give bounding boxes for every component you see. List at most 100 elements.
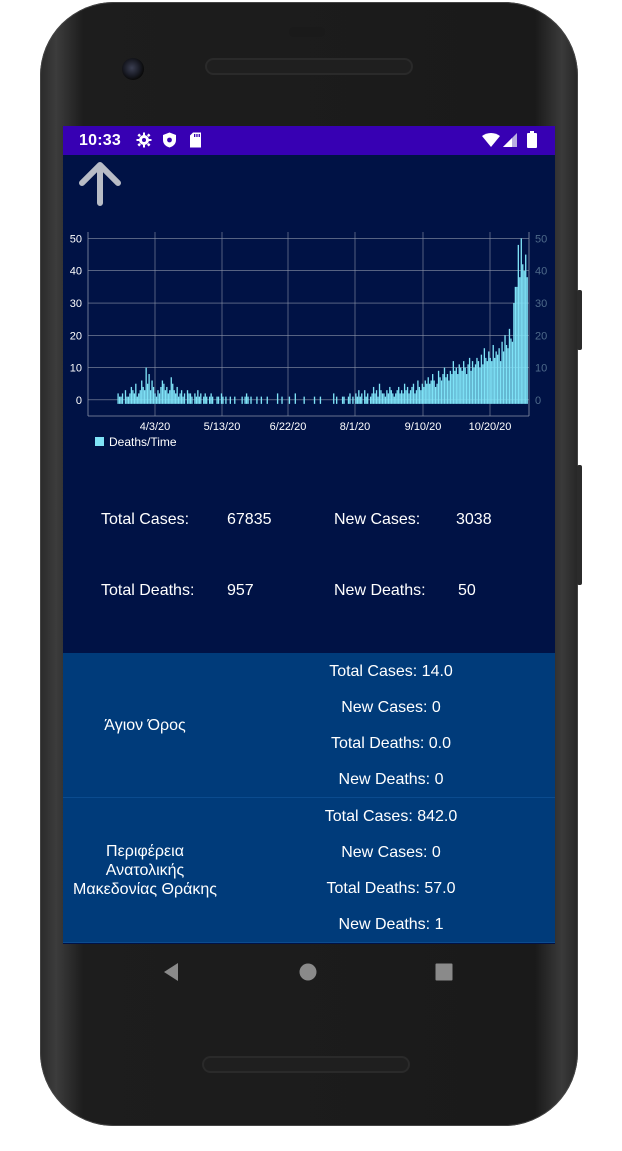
bar: [517, 244, 519, 404]
bar: [477, 361, 480, 404]
bar: [483, 348, 486, 404]
bar: [358, 390, 360, 404]
y-tick-label-right: 30: [535, 298, 547, 310]
bar: [473, 367, 475, 404]
bar: [152, 386, 155, 404]
volume-button: [577, 465, 582, 585]
bar: [470, 370, 472, 404]
bar: [234, 396, 236, 404]
bar: [151, 380, 153, 404]
bar: [448, 380, 450, 404]
bar: [406, 386, 409, 404]
y-tick-label: 20: [70, 330, 82, 342]
bar: [486, 361, 488, 404]
bar: [479, 367, 481, 404]
x-tick-label: 4/3/20: [140, 421, 171, 433]
bar: [195, 396, 198, 404]
bar: [375, 390, 378, 404]
bar: [154, 393, 156, 404]
bar: [364, 390, 366, 404]
bar: [460, 367, 462, 404]
bar: [144, 390, 146, 404]
bar: [117, 393, 119, 404]
bar: [132, 390, 134, 404]
bar: [250, 396, 252, 404]
bar: [229, 396, 232, 404]
bar: [179, 393, 181, 404]
bar: [361, 393, 363, 404]
bar: [510, 338, 512, 404]
bar: [423, 386, 425, 404]
region-new-deaths: New Deaths: 1: [338, 916, 444, 933]
region-name-line: Περιφέρεια: [106, 843, 184, 860]
bar: [124, 390, 127, 404]
bottom-speaker: [204, 1058, 408, 1071]
bar: [197, 390, 199, 404]
bar: [173, 390, 175, 404]
signal-icon: [503, 133, 518, 152]
y-tick-label-right: 50: [535, 233, 547, 245]
bar: [461, 370, 463, 404]
battery-icon: [527, 131, 537, 153]
bar: [465, 374, 468, 404]
bar: [393, 396, 395, 404]
bar: [405, 390, 407, 404]
region-total-deaths: Total Deaths: 0.0: [330, 735, 452, 752]
bar: [225, 396, 227, 404]
bar: [424, 380, 426, 404]
x-tick-label: 9/10/20: [405, 421, 442, 433]
bar: [276, 393, 279, 404]
bar: [402, 393, 404, 404]
bar: [436, 383, 438, 404]
bar: [294, 393, 296, 404]
bar: [498, 348, 500, 404]
bar: [387, 393, 390, 404]
bar: [210, 393, 212, 404]
region-card[interactable]: Περιφέρεια Ανατολικής Μακεδονίας Θράκης …: [63, 798, 555, 943]
bar: [216, 396, 218, 404]
chart-canvas: 0 0 10 10 20 20 30 30 40 40 50 50 4/3/20 5/13/20 6/22/…: [70, 232, 547, 433]
y-tick-label-right: 10: [535, 363, 547, 375]
bar: [177, 396, 180, 404]
bar: [149, 390, 152, 404]
bar: [118, 396, 121, 404]
bar: [247, 396, 249, 404]
y-tick-label: 30: [70, 298, 82, 310]
bar: [371, 393, 373, 404]
region-name-line: Μακεδονίας Θράκης: [73, 881, 217, 898]
bar: [158, 393, 161, 404]
x-tick-label: 10/20/20: [469, 421, 512, 433]
back-icon[interactable]: [161, 962, 181, 987]
region-name-line: Ανατολικής: [105, 862, 185, 879]
total-deaths-value: 957: [227, 582, 254, 599]
recents-icon[interactable]: [435, 963, 453, 986]
bar: [175, 393, 177, 404]
bar: [138, 393, 140, 404]
home-icon[interactable]: [299, 963, 317, 986]
bar: [142, 386, 144, 404]
bar: [145, 367, 147, 404]
region-card[interactable]: Άγιον Όρος Total Cases: 14.0 New Cases: …: [63, 653, 555, 798]
sd-card-icon: [189, 132, 202, 153]
bar: [492, 344, 494, 404]
new-deaths-label: New Deaths:: [334, 582, 426, 599]
bar: [191, 396, 193, 404]
bar: [146, 383, 149, 404]
bar: [281, 396, 283, 404]
new-cases-value: 3038: [456, 511, 492, 528]
y-tick-label-right: 40: [535, 266, 547, 278]
bar: [420, 390, 422, 404]
bar: [167, 393, 169, 404]
arrow-up-icon[interactable]: [75, 159, 125, 209]
bar: [389, 386, 391, 404]
bar: [164, 390, 167, 404]
bar: [194, 393, 196, 404]
bar: [505, 344, 508, 404]
bar: [241, 396, 243, 404]
bar: [127, 396, 130, 404]
region-new-cases: New Cases: 0: [341, 699, 441, 716]
region-new-deaths: New Deaths: 0: [338, 771, 444, 788]
status-bar: 10:33: [63, 126, 555, 155]
bar: [392, 393, 394, 404]
bar: [432, 374, 434, 404]
